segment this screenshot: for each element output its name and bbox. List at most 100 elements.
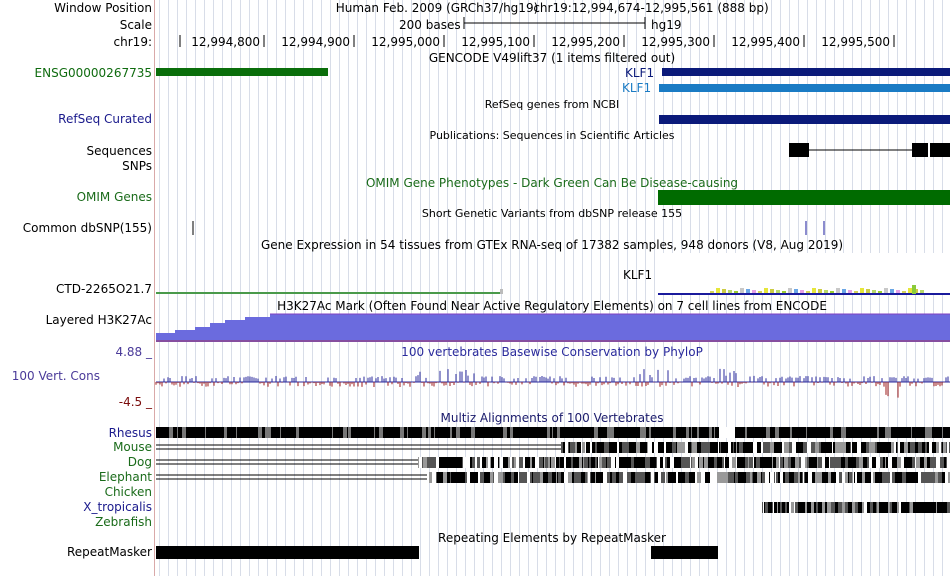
multiz-block bbox=[568, 427, 569, 438]
multiz-block bbox=[312, 427, 316, 438]
multiz-block bbox=[494, 457, 497, 468]
multiz-block bbox=[807, 457, 809, 468]
multiz-alignments[interactable] bbox=[156, 427, 950, 513]
gencode-gene-label[interactable]: ENSG00000267735 bbox=[35, 66, 152, 80]
multiz-block bbox=[490, 457, 491, 468]
repeat-block-1[interactable] bbox=[156, 546, 419, 559]
h3k27ac-signal[interactable] bbox=[156, 313, 950, 342]
multiz-block bbox=[514, 472, 518, 483]
multiz-block bbox=[494, 427, 498, 438]
repeat-block-2[interactable] bbox=[651, 546, 718, 559]
multiz-block bbox=[942, 457, 944, 468]
species-zebrafish[interactable]: Zebrafish bbox=[95, 515, 152, 529]
klf1-gencode-block-2[interactable] bbox=[659, 84, 950, 92]
multiz-block bbox=[907, 427, 908, 438]
multiz-block bbox=[333, 427, 336, 438]
multiz-block bbox=[515, 427, 519, 438]
multiz-block bbox=[764, 502, 765, 513]
publication-blat-hits[interactable] bbox=[789, 143, 950, 157]
omim-block[interactable] bbox=[658, 190, 950, 205]
multiz-block bbox=[859, 457, 863, 468]
multiz-block bbox=[924, 472, 928, 483]
multiz-block bbox=[339, 427, 343, 438]
publications-sequences-label[interactable]: Sequences bbox=[87, 144, 152, 158]
phylop-track-label[interactable]: 100 Vert. Cons bbox=[12, 369, 100, 383]
multiz-block bbox=[384, 427, 388, 438]
multiz-block bbox=[644, 427, 646, 438]
multiz-block bbox=[943, 427, 946, 438]
gtex-tissue-bar bbox=[734, 291, 738, 293]
phylop-signal[interactable] bbox=[155, 368, 950, 398]
publications-snps-label[interactable]: SNPs bbox=[122, 159, 152, 173]
multiz-block bbox=[581, 472, 584, 483]
multiz-block bbox=[795, 457, 799, 468]
multiz-block bbox=[624, 457, 628, 468]
multiz-block bbox=[894, 427, 896, 438]
multiz-block bbox=[477, 457, 480, 468]
refseq-track-label[interactable]: RefSeq Curated bbox=[58, 112, 152, 126]
species-elephant[interactable]: Elephant bbox=[99, 470, 152, 484]
h3k27ac-track-label[interactable]: Layered H3K27Ac bbox=[46, 313, 152, 327]
multiz-block bbox=[308, 427, 312, 438]
dbsnp-track-label[interactable]: Common dbSNP(155) bbox=[23, 221, 152, 235]
species-dog[interactable]: Dog bbox=[128, 455, 152, 469]
multiz-block bbox=[354, 427, 355, 438]
multiz-block bbox=[839, 472, 842, 483]
multiz-block bbox=[855, 472, 857, 483]
multiz-block bbox=[224, 427, 227, 438]
gtex-gene-label[interactable]: CTD-2265O21.7 bbox=[56, 282, 152, 296]
multiz-block bbox=[379, 427, 383, 438]
track-graphics[interactable] bbox=[155, 0, 950, 576]
multiz-block bbox=[750, 427, 752, 438]
repeatmasker-track-label[interactable]: RepeatMasker bbox=[67, 545, 152, 559]
multiz-block bbox=[895, 472, 899, 483]
multiz-block bbox=[273, 427, 274, 438]
multiz-block bbox=[442, 457, 444, 468]
multiz-block bbox=[676, 472, 678, 483]
multiz-block bbox=[507, 472, 511, 483]
multiz-block bbox=[835, 502, 837, 513]
species-chicken[interactable]: Chicken bbox=[105, 485, 152, 499]
multiz-block bbox=[362, 427, 366, 438]
multiz-block bbox=[932, 502, 936, 513]
multiz-block bbox=[804, 472, 805, 483]
multiz-block bbox=[619, 427, 622, 438]
multiz-block bbox=[573, 427, 574, 438]
dbsnp-ticks[interactable] bbox=[192, 221, 825, 235]
multiz-block bbox=[886, 472, 890, 483]
species-x-tropicalis[interactable]: X_tropicalis bbox=[83, 500, 152, 514]
multiz-block bbox=[503, 472, 505, 483]
multiz-block bbox=[910, 502, 913, 513]
omim-track-label[interactable]: OMIM Genes bbox=[77, 190, 152, 204]
klf1-gencode-block-1[interactable] bbox=[662, 68, 950, 76]
multiz-block bbox=[897, 442, 898, 453]
ensg-gene-block[interactable] bbox=[156, 68, 328, 76]
multiz-block bbox=[695, 472, 697, 483]
multiz-block bbox=[754, 457, 756, 468]
multiz-block bbox=[374, 427, 375, 438]
species-mouse[interactable]: Mouse bbox=[113, 440, 152, 454]
multiz-block bbox=[557, 472, 558, 483]
multiz-block bbox=[857, 442, 861, 453]
multiz-block bbox=[863, 442, 864, 453]
multiz-block bbox=[411, 427, 414, 438]
multiz-block bbox=[943, 502, 947, 513]
multiz-block bbox=[584, 427, 585, 438]
multiz-block bbox=[561, 427, 565, 438]
multiz-block bbox=[805, 457, 807, 468]
multiz-block bbox=[756, 427, 759, 438]
multiz-block bbox=[592, 442, 593, 453]
klf1-refseq-block[interactable] bbox=[659, 115, 950, 124]
multiz-block bbox=[497, 472, 498, 483]
multiz-block bbox=[540, 472, 543, 483]
species-rhesus[interactable]: Rhesus bbox=[109, 426, 152, 440]
multiz-block bbox=[734, 472, 735, 483]
multiz-block bbox=[237, 427, 241, 438]
multiz-block bbox=[417, 427, 418, 438]
multiz-block bbox=[498, 472, 502, 483]
multiz-block bbox=[791, 502, 794, 513]
multiz-block bbox=[414, 427, 416, 438]
track-image[interactable]: Human Feb. 2009 (GRCh37/hg19) chr19:12,9… bbox=[155, 0, 950, 576]
multiz-block bbox=[891, 427, 894, 438]
gtex-bars[interactable] bbox=[156, 253, 950, 295]
